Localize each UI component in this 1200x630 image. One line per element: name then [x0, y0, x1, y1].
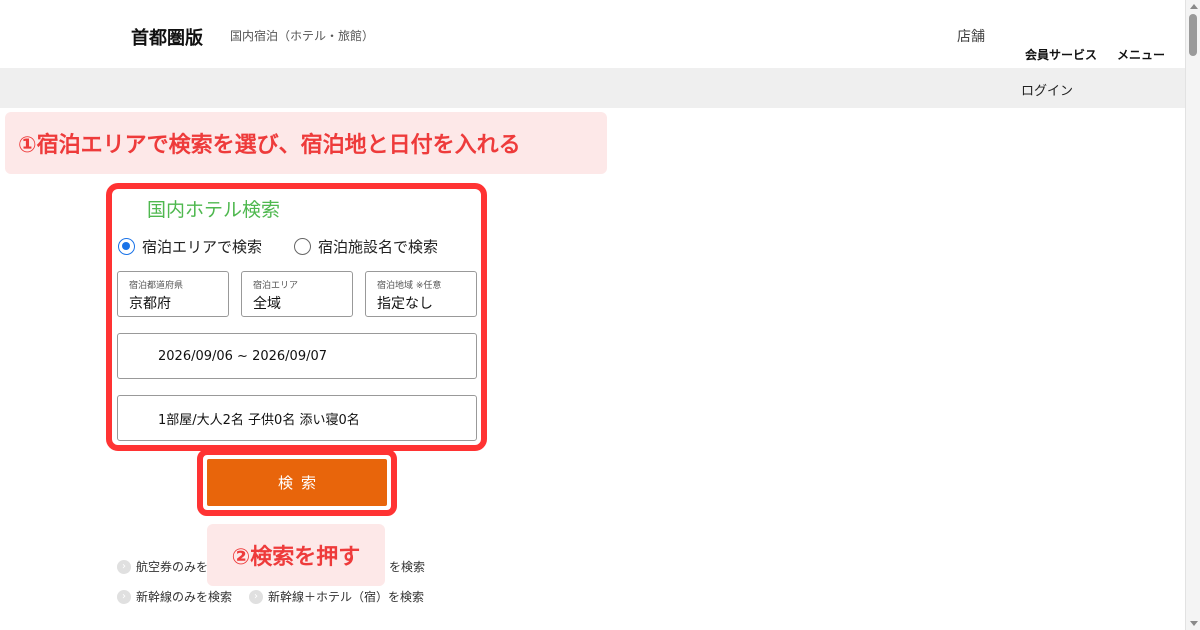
- prefecture-select[interactable]: 宿泊都道府県 京都府: [117, 271, 229, 317]
- flight-hotel-search-link[interactable]: を検索: [389, 558, 425, 575]
- radio-search-by-facility-label: 宿泊施設名で検索: [318, 238, 439, 256]
- prefecture-select-value: 京都府: [129, 296, 171, 312]
- store-link[interactable]: 店舗: [957, 26, 985, 46]
- radio-search-by-area-label: 宿泊エリアで検索: [142, 238, 263, 256]
- area-select[interactable]: 宿泊エリア 全域: [241, 271, 353, 317]
- shinkansen-only-search-link[interactable]: › 新幹線のみを検索: [117, 588, 232, 605]
- radio-unchecked-icon[interactable]: [294, 238, 311, 255]
- search-button[interactable]: 検索: [207, 459, 387, 506]
- scrollbar-thumb[interactable]: [1189, 14, 1197, 56]
- area-select-value: 全域: [253, 296, 281, 312]
- district-select-label: 宿泊地域 ※任意: [377, 281, 442, 291]
- chevron-right-icon: ›: [117, 559, 131, 574]
- scroll-up-icon[interactable]: [1190, 4, 1198, 9]
- flight-only-search-link[interactable]: › 航空券のみを: [117, 558, 208, 575]
- shinkansen-hotel-search-label: 新幹線＋ホテル（宿）を検索: [268, 590, 425, 604]
- panel-title: 国内ホテル検索: [147, 199, 281, 221]
- radio-search-by-area[interactable]: 宿泊エリアで検索: [118, 236, 262, 257]
- hotel-search-panel: 国内ホテル検索 宿泊エリアで検索 宿泊施設名で検索 宿泊都道府県 京都府 宿泊エ…: [106, 183, 487, 451]
- login-link[interactable]: ログイン: [1021, 80, 1073, 99]
- district-select-value: 指定なし: [377, 296, 433, 312]
- sub-header-bar: ログイン: [0, 68, 1185, 108]
- scroll-down-icon[interactable]: [1190, 621, 1198, 626]
- radio-checked-icon[interactable]: [118, 238, 135, 255]
- menu-button[interactable]: メニュー: [1117, 46, 1165, 63]
- radio-search-by-facility[interactable]: 宿泊施設名で検索: [294, 236, 438, 257]
- search-button-highlight: 検索: [197, 449, 397, 516]
- chevron-right-icon: ›: [117, 589, 131, 604]
- flight-only-search-label: 航空券のみを: [136, 560, 209, 574]
- site-header: 首都圏版 国内宿泊（ホテル・旅館） 店舗 会員サービス メニュー: [0, 0, 1185, 68]
- prefecture-select-label: 宿泊都道府県: [129, 281, 184, 291]
- step1-annotation: ①宿泊エリアで検索を選び、宿泊地と日付を入れる: [5, 112, 607, 174]
- step2-annotation: ②検索を押す: [207, 524, 385, 586]
- scrollbar[interactable]: [1185, 0, 1200, 630]
- category-label: 国内宿泊（ホテル・旅館）: [230, 29, 375, 43]
- guests-rooms-field[interactable]: 1部屋/大人2名 子供0名 添い寝0名: [117, 395, 477, 441]
- shinkansen-only-search-label: 新幹線のみを検索: [136, 590, 233, 604]
- date-range-field[interactable]: 2026/09/06 ~ 2026/09/07: [117, 333, 477, 379]
- flight-hotel-search-label: を検索: [389, 560, 426, 574]
- chevron-right-icon: ›: [249, 589, 263, 604]
- member-service-link[interactable]: 会員サービス: [1025, 46, 1097, 63]
- area-select-label: 宿泊エリア: [253, 281, 299, 291]
- shinkansen-hotel-search-link[interactable]: › 新幹線＋ホテル（宿）を検索: [249, 588, 424, 605]
- brand-logo[interactable]: 首都圏版: [131, 24, 203, 50]
- district-select[interactable]: 宿泊地域 ※任意 指定なし: [365, 271, 477, 317]
